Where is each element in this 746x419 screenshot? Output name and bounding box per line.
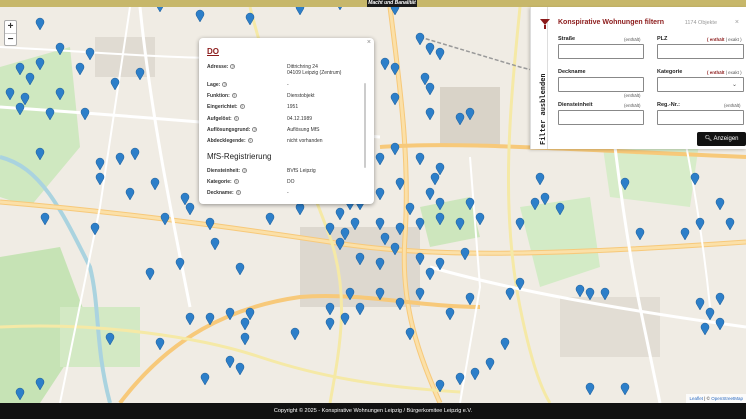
- kategorie-label: Kategorie: [657, 69, 683, 75]
- regnr-input[interactable]: [657, 110, 744, 125]
- diensteinheit-hint: (enthält): [624, 103, 641, 108]
- regnr-hint: (enthält): [724, 103, 741, 108]
- filter-toggle-label[interactable]: Filter ausblenden: [539, 73, 547, 145]
- kategorie-select[interactable]: ⌄: [657, 77, 744, 92]
- plz-input[interactable]: [657, 44, 744, 59]
- diensteinheit-label: Diensteinheit: [558, 102, 593, 108]
- popup-scrollbar[interactable]: [364, 83, 366, 168]
- zoom-control: + −: [4, 20, 17, 46]
- filter-close-icon[interactable]: ×: [735, 19, 739, 26]
- address-line2: 04109 Leipzig (Zentrum): [287, 70, 342, 76]
- help-icon[interactable]: ?: [247, 138, 253, 144]
- anzeigen-button[interactable]: 🔍︎ Anzeigen: [697, 132, 746, 146]
- deckname-label: Deckname: [558, 69, 586, 75]
- help-icon[interactable]: ?: [239, 104, 245, 110]
- chevron-down-icon: ⌄: [731, 82, 737, 88]
- search-icon: 🔍︎: [704, 136, 713, 142]
- filter-title: Konspirative Wohnungen filtern: [558, 19, 665, 26]
- strasse-input[interactable]: [558, 44, 644, 59]
- help-icon[interactable]: ?: [252, 127, 258, 133]
- filter-funnel-icon: [540, 19, 550, 29]
- plz-hint: ( enthält | exakt ): [707, 37, 742, 42]
- page-footer: Copyright © 2025 - Konspirative Wohnunge…: [0, 403, 746, 419]
- help-icon[interactable]: ?: [230, 64, 236, 70]
- help-icon[interactable]: ?: [231, 93, 237, 99]
- zoom-in-button[interactable]: +: [5, 21, 16, 33]
- top-banner: Macht und Banalität: [0, 0, 746, 7]
- deckname-input[interactable]: [558, 77, 644, 92]
- strasse-label: Straße: [558, 36, 576, 42]
- popup-close-icon[interactable]: ×: [367, 39, 371, 46]
- popup-section-title: MfS-Registrierung: [207, 152, 272, 161]
- help-icon[interactable]: ?: [222, 82, 228, 88]
- leaflet-link[interactable]: Leaflet: [689, 396, 703, 401]
- help-icon[interactable]: ?: [242, 168, 248, 174]
- site-logo[interactable]: Macht und Banalität: [367, 0, 417, 7]
- diensteinheit-input[interactable]: [558, 110, 644, 125]
- plz-label: PLZ: [657, 36, 668, 42]
- regnr-label: Reg.-Nr.:: [657, 102, 680, 108]
- popup-title: DO: [207, 47, 219, 56]
- strasse-hint: (enthält): [624, 37, 641, 42]
- osm-link[interactable]: OpenStreetMap: [711, 396, 743, 401]
- kategorie-hint: ( enthält | exakt ): [707, 70, 742, 75]
- filter-panel: Filter ausblenden Konspirative Wohnungen…: [530, 7, 746, 149]
- object-count: 1174 Objekte: [684, 20, 717, 26]
- map-attribution: Leaflet | © OpenStreetMap: [686, 394, 746, 403]
- help-icon[interactable]: ?: [233, 116, 239, 122]
- deckname-hint: (enthält): [624, 93, 641, 98]
- help-icon[interactable]: ?: [235, 190, 241, 196]
- help-icon[interactable]: ?: [233, 179, 239, 185]
- location-popup: × DO Adresse:? Dittrichring 24 04109 Leip…: [199, 38, 374, 204]
- zoom-out-button[interactable]: −: [5, 33, 16, 45]
